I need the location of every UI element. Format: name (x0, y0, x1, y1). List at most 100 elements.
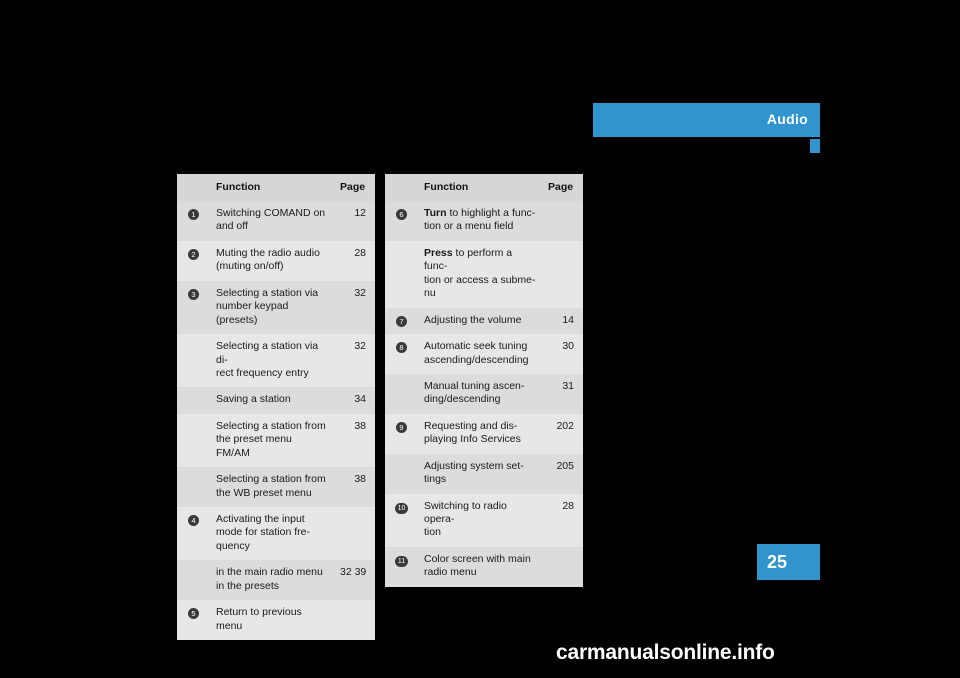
document-page: Audio Radio operation Function Page 1 Swi… (0, 0, 960, 678)
table-row: Adjusting system set- tings 205 (385, 453, 583, 494)
row-page-number (542, 201, 583, 241)
callout-badge: 6 (396, 209, 407, 220)
table-row: 8 Automatic seek tuning ascending/descend… (385, 334, 583, 374)
row-page-number: 32 (334, 334, 375, 388)
row-function-text: Press to perform a func- tion or access … (418, 240, 542, 308)
row-callout-number (177, 560, 210, 601)
row-page-number: 28 (542, 493, 583, 547)
row-function-text: Requesting and dis- playing Info Service… (418, 413, 542, 454)
table-row: 3 Selecting a station via number keypad (… (177, 280, 375, 335)
callout-badge: 7 (396, 315, 407, 327)
row-callout-number: 2 (177, 240, 210, 281)
right-table: Function Page 6 Turn to highlight a func-… (385, 174, 583, 587)
right-table-body: 6 Turn to highlight a func- tion or a men… (385, 201, 583, 587)
table-row: 11 Color screen with main radio menu (385, 546, 583, 587)
row-function-text: Saving a station (210, 387, 334, 414)
table-row: 9 Requesting and dis- playing Info Servic… (385, 413, 583, 454)
row-page-number: 30 (542, 334, 583, 374)
row-function-text: Switching COMAND on and off (210, 201, 334, 241)
row-page-number (334, 600, 375, 641)
section-title: Audio (766, 111, 808, 127)
callout-badge: 10 (395, 502, 408, 514)
table-row: Manual tuning ascen- ding/descending 31 (385, 373, 583, 414)
row-function-text: Manual tuning ascen- ding/descending (418, 373, 542, 414)
row-function-text: Automatic seek tuning ascending/descendi… (418, 334, 542, 374)
watermark: carmanualsonline.info (556, 641, 775, 664)
callout-badge: 1 (188, 209, 199, 220)
page-number: 25 (767, 552, 788, 572)
table-row: Selecting a station via di- rect frequen… (177, 334, 375, 388)
row-page-number: 14 (542, 307, 583, 335)
row-callout-number (385, 453, 418, 494)
subsection-title: Radio operation (720, 139, 808, 151)
table-row: Press to perform a func- tion or access … (385, 240, 583, 308)
row-callout-number: 11 (385, 546, 418, 587)
callout-badge: 9 (396, 421, 407, 433)
column-header-num (385, 174, 418, 201)
row-callout-number: 6 (385, 201, 418, 241)
page-number-block: 25 (757, 544, 820, 580)
row-function-text: Activating the input mode for station fr… (210, 507, 334, 561)
row-page-number: 38 (334, 467, 375, 507)
row-function-text: Selecting a station from the preset menu… (210, 413, 334, 468)
row-callout-number (385, 240, 418, 308)
row-callout-number: 8 (385, 334, 418, 374)
row-function-text: in the main radio menu in the presets (210, 560, 334, 601)
table-row: 5 Return to previous menu (177, 600, 375, 641)
row-function-text: Turn to highlight a func- tion or a menu… (418, 201, 542, 241)
column-header-page: Page (334, 174, 375, 201)
table-header-row: Function Page (177, 174, 375, 201)
row-page-number: 34 (334, 387, 375, 414)
table-row: 2 Muting the radio audio (muting on/off) 2… (177, 240, 375, 281)
table-row: 10 Switching to radio opera- tion 28 (385, 493, 583, 547)
row-function-text: Muting the radio audio (muting on/off) (210, 240, 334, 281)
row-page-number: 31 (542, 373, 583, 414)
table-row: in the main radio menu in the presets 32 … (177, 560, 375, 601)
row-callout-number: 9 (385, 413, 418, 454)
section-header-bar: Audio (593, 103, 820, 137)
callout-badge: 8 (396, 342, 407, 354)
row-callout-number (177, 467, 210, 507)
callout-badge: 2 (188, 248, 199, 260)
callout-badge: 11 (395, 555, 408, 567)
table-row: 4 Activating the input mode for station f… (177, 507, 375, 561)
row-callout-number: 7 (385, 307, 418, 335)
table-row: Selecting a station from the preset menu… (177, 413, 375, 468)
row-page-number: 32 (334, 280, 375, 335)
row-callout-number: 5 (177, 600, 210, 641)
column-header-function: Function (210, 174, 334, 201)
row-page-number: 202 (542, 413, 583, 454)
column-header-page: Page (542, 174, 583, 201)
table-row: 6 Turn to highlight a func- tion or a men… (385, 201, 583, 241)
row-page-number (542, 546, 583, 587)
row-function-text: Switching to radio opera- tion (418, 493, 542, 547)
table-row: 1 Switching COMAND on and off 12 (177, 201, 375, 241)
left-table: Function Page 1 Switching COMAND on and o… (177, 174, 375, 641)
row-page-number (542, 240, 583, 308)
column-header-function: Function (418, 174, 542, 201)
table-header-row: Function Page (385, 174, 583, 201)
column-header-num (177, 174, 210, 201)
row-callout-number: 4 (177, 507, 210, 561)
table-row: Saving a station 34 (177, 387, 375, 414)
row-callout-number (177, 387, 210, 414)
row-function-text: Adjusting system set- tings (418, 453, 542, 494)
row-page-number: 12 (334, 201, 375, 241)
row-callout-number: 10 (385, 493, 418, 547)
row-function-text: Adjusting the volume (418, 307, 542, 335)
row-callout-number (177, 413, 210, 468)
callout-badge: 4 (188, 515, 199, 526)
table-row: 7 Adjusting the volume 14 (385, 307, 583, 335)
table-row: Selecting a station from the WB preset m… (177, 467, 375, 507)
row-function-text: Selecting a station via number keypad (p… (210, 280, 334, 335)
row-callout-number: 1 (177, 201, 210, 241)
row-function-text: Selecting a station via di- rect frequen… (210, 334, 334, 388)
row-page-number (334, 507, 375, 561)
subsection-title-row: Radio operation (593, 139, 820, 153)
row-function-text: Color screen with main radio menu (418, 546, 542, 587)
row-function-text: Return to previous menu (210, 600, 334, 641)
callout-badge: 3 (188, 288, 199, 300)
row-callout-number (385, 373, 418, 414)
row-page-number: 32 39 (334, 560, 375, 601)
subsection-accent-tab (810, 139, 820, 153)
